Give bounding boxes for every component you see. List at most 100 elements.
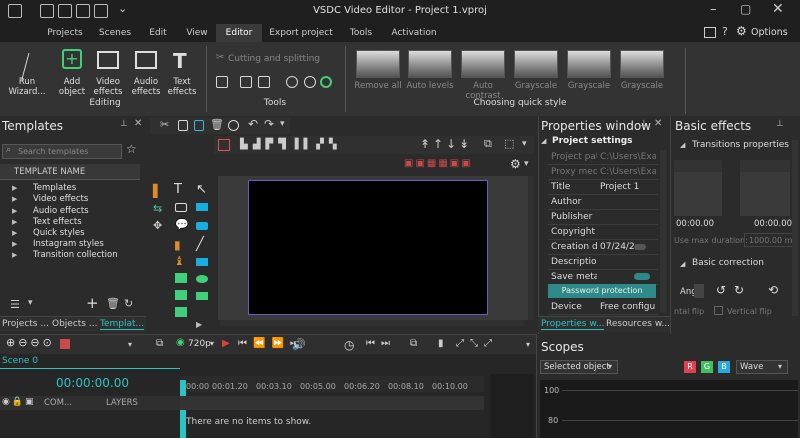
bar-chart-icon[interactable]: ▮	[174, 238, 181, 252]
audio-effects-button[interactable]: Audio effects	[128, 77, 164, 97]
tab-scenes[interactable]: Scenes	[92, 24, 138, 42]
red-channel-toggle[interactable]: R	[684, 361, 696, 373]
options-button[interactable]: Options	[751, 27, 788, 38]
quick-style-thumb[interactable]	[514, 50, 558, 78]
prop-row-title[interactable]: Title Project 1	[548, 180, 658, 195]
transition-start-preview[interactable]	[674, 160, 722, 216]
speech-bubble-icon[interactable]: 💬	[175, 218, 189, 231]
tab-projects[interactable]: Projects	[40, 24, 90, 42]
list-view-icon[interactable]: ☰	[10, 298, 20, 311]
fullscreen-buttons[interactable]: ⤢⤡⤢	[456, 338, 498, 349]
align-dropdown-icon[interactable]: ▾	[522, 139, 527, 149]
green-channel-toggle[interactable]: G	[701, 361, 713, 373]
crop-tool-icon[interactable]	[216, 76, 228, 88]
expand-icon[interactable]: ▶	[12, 184, 17, 192]
tab-view[interactable]: View	[178, 24, 216, 42]
copy-icon[interactable]	[178, 120, 188, 131]
tab-edit[interactable]: Edit	[140, 24, 176, 42]
layout-icon[interactable]	[704, 27, 716, 38]
settings-dropdown-icon[interactable]: ▾	[524, 159, 529, 169]
date-toggle[interactable]	[634, 244, 646, 250]
quick-style-grayscale[interactable]: Grayscale	[562, 81, 616, 91]
expand-icon[interactable]: ▶	[12, 251, 17, 259]
free-shape-icon[interactable]	[196, 292, 208, 300]
prop-row-device[interactable]: DeviceFree configura	[548, 300, 658, 315]
vertical-flip-checkbox[interactable]	[714, 306, 723, 315]
align-object-icon[interactable]	[218, 139, 230, 151]
text-tool-icon[interactable]: T	[174, 182, 182, 197]
vertical-flip-label[interactable]: Vertical flip	[727, 307, 772, 316]
template-item-text-effects[interactable]: Text effects	[33, 217, 82, 227]
expand-icon[interactable]: ▶	[12, 195, 17, 203]
history-dropdown-icon[interactable]: ▾	[280, 119, 285, 129]
split-tool-icon[interactable]	[240, 76, 252, 88]
speed-tool-icon[interactable]	[304, 76, 316, 88]
pin-icon[interactable]: ⊥	[120, 119, 128, 129]
template-item-video-effects[interactable]: Video effects	[33, 194, 88, 204]
cutting-splitting-button[interactable]: Cutting and splitting	[228, 54, 320, 64]
close-icon[interactable]: ✕	[772, 1, 784, 17]
clock-icon[interactable]: ◷	[344, 338, 354, 352]
collapse-icon[interactable]: ◢	[680, 260, 685, 268]
expand-icon[interactable]: ▶	[12, 229, 17, 237]
max-duration-input[interactable]: 1000.00 m	[744, 233, 798, 247]
quick-style-thumb[interactable]	[567, 50, 611, 78]
resolution-select[interactable]: 720p	[188, 339, 211, 349]
tab-editor[interactable]: Editor	[216, 24, 262, 42]
properties-scrollbar[interactable]	[660, 150, 666, 312]
expand-icon[interactable]: ▶	[12, 218, 17, 226]
help-icon[interactable]: ?	[722, 25, 728, 38]
delete-icon[interactable]: 🗑	[210, 118, 224, 131]
video-preview-canvas[interactable]	[248, 180, 488, 315]
frame-step-buttons[interactable]: ⏮⏭	[366, 338, 396, 349]
run-wizard-button[interactable]: Run Wizard...	[4, 77, 50, 97]
scope-mode-dropdown-icon[interactable]: ▾	[778, 362, 782, 371]
quick-style-thumb[interactable]	[356, 50, 400, 78]
quick-style-remove-all[interactable]: Remove all	[351, 81, 405, 91]
horizontal-flip-label[interactable]: ntal flip	[674, 307, 704, 316]
template-item-audio-effects[interactable]: Audio effects	[33, 206, 89, 216]
template-item-transition-collection[interactable]: Transition collection	[33, 250, 118, 260]
transform-icon[interactable]: ⇆	[153, 202, 162, 215]
horizontal-scrollbar[interactable]	[220, 320, 525, 326]
line-tool-icon[interactable]: ╱	[196, 237, 204, 252]
quick-style-thumb[interactable]	[408, 50, 452, 78]
prop-row-author[interactable]: Author	[548, 195, 658, 210]
transition-end-preview[interactable]	[740, 160, 790, 216]
quick-style-grayscale[interactable]: Grayscale	[615, 81, 669, 91]
grid-snap-buttons[interactable]: ▣▣▦▦▣▣	[404, 158, 504, 172]
chart-icon[interactable]: ▌	[153, 184, 162, 198]
expand-icon[interactable]: ▶	[12, 240, 17, 248]
move-icon[interactable]: ✥	[153, 219, 162, 232]
minimize-icon[interactable]: –	[710, 2, 717, 17]
refresh-icon[interactable]: ↻	[124, 297, 133, 310]
close-panel-icon[interactable]: ✕	[134, 118, 142, 129]
password-protection-button[interactable]: Password protection	[548, 284, 656, 298]
save-metadata-toggle[interactable]	[634, 273, 650, 280]
settings-gear-icon[interactable]: ⚙	[510, 157, 521, 171]
prop-row-publisher[interactable]: Publisher	[548, 210, 658, 225]
zoom-buttons[interactable]: ⊕⊖⊖⊙	[6, 336, 55, 349]
scene-tab[interactable]: Scene 0	[2, 356, 38, 366]
more-tools-icon[interactable]: ▶	[196, 320, 202, 329]
select-all-icon[interactable]	[228, 120, 239, 131]
template-item-templates[interactable]: Templates	[33, 183, 76, 193]
prop-row-description[interactable]: Description	[548, 255, 658, 270]
quick-style-grayscale[interactable]: Grayscale	[509, 81, 563, 91]
resolution-dropdown-icon[interactable]: ▾	[210, 339, 214, 348]
pointer-icon[interactable]: ↖	[196, 182, 207, 197]
trash-icon[interactable]: 🗑	[106, 297, 120, 310]
tab-tools[interactable]: Tools	[340, 24, 382, 42]
rotate-right-icon[interactable]: ↻	[734, 283, 744, 297]
star-icon[interactable]: ☆	[126, 142, 137, 156]
ellipse-tool-icon[interactable]	[196, 275, 208, 283]
add-template-icon[interactable]: +	[86, 294, 99, 312]
add-object-button[interactable]: Add object	[54, 77, 90, 97]
tab-objects-explorer[interactable]: Objects ...	[52, 319, 97, 329]
angle-input[interactable]	[694, 284, 704, 298]
text-effects-button[interactable]: Text effects	[164, 77, 200, 97]
timeline-dropdown-icon[interactable]: ▾	[128, 340, 132, 349]
color-tool-icon[interactable]	[320, 76, 332, 88]
paste-icon[interactable]	[194, 120, 204, 131]
tab-projects-explorer[interactable]: Projects ...	[2, 319, 49, 329]
